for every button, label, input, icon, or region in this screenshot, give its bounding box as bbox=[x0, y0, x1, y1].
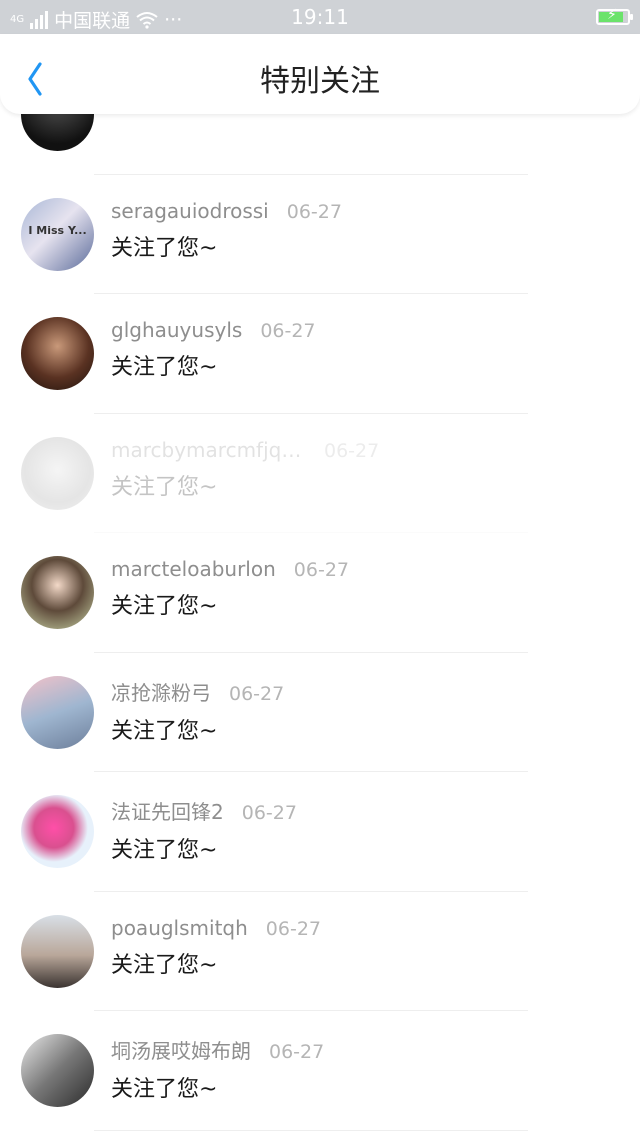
meta-row: 法证先回锋2 06-27 bbox=[111, 796, 531, 825]
page-title: 特别关注 bbox=[260, 64, 380, 99]
timestamp: 06-27 bbox=[229, 682, 285, 705]
item-text: 垌汤展哎姆布朗 06-27 关注了您~ bbox=[111, 1035, 531, 1103]
battery-charging-icon: ⚡ bbox=[596, 7, 633, 25]
timestamp: 06-27 bbox=[286, 200, 342, 223]
message-text: 关注了您~ bbox=[111, 1077, 218, 1102]
avatar[interactable]: I Miss Y... bbox=[21, 197, 94, 271]
message-text: 关注了您~ bbox=[111, 355, 218, 380]
avatar[interactable] bbox=[21, 556, 94, 629]
notification-list-inner: FUCK YOU! 关注了您~ I Miss Y... seragauiodrossi… bbox=[0, 114, 640, 1131]
timestamp: 06-27 bbox=[260, 320, 316, 342]
avatar-caption: FUCK YOU! bbox=[21, 114, 94, 117]
charging-bolt-icon: ⚡ bbox=[607, 7, 617, 23]
message-text: 关注了您~ bbox=[111, 952, 218, 978]
avatar[interactable] bbox=[21, 675, 94, 749]
avatar-caption: I Miss Y... bbox=[28, 223, 87, 237]
list-item[interactable]: marcbymarcmfjqa... 06-27 关注了您~ bbox=[0, 414, 640, 533]
meta-row: 凉抢滁粉弓 06-27 bbox=[111, 677, 531, 706]
item-text: seragauiodrossi 06-27 关注了您~ bbox=[111, 199, 531, 262]
item-text: poauglsmitqh 06-27 关注了您~ bbox=[111, 916, 531, 979]
timestamp: 06-27 bbox=[293, 559, 349, 581]
nav-bar: 特别关注 bbox=[0, 34, 640, 114]
item-text: 凉抢滁粉弓 06-27 关注了您~ bbox=[111, 677, 531, 745]
message-text: 关注了您~ bbox=[111, 718, 218, 744]
list-item[interactable]: 垌汤展哎姆布朗 06-27 关注了您~ bbox=[0, 1011, 640, 1131]
message-text: 关注了您~ bbox=[111, 235, 218, 261]
item-text: glghauyusyls 06-27 关注了您~ bbox=[111, 318, 531, 381]
meta-row: marcbymarcmfjqa... 06-27 bbox=[111, 438, 531, 462]
username[interactable]: seragauiodrossi bbox=[111, 199, 269, 223]
username[interactable]: marcteloaburlon bbox=[111, 557, 276, 581]
avatar[interactable] bbox=[21, 1034, 94, 1107]
username[interactable]: glghauyusyls bbox=[111, 318, 242, 342]
username[interactable]: 凉抢滁粉弓 bbox=[111, 677, 211, 706]
meta-row: seragauiodrossi 06-27 bbox=[111, 199, 531, 223]
list-item[interactable]: glghauyusyls 06-27 关注了您~ bbox=[0, 294, 640, 414]
avatar[interactable]: FUCK YOU! bbox=[21, 114, 94, 151]
username[interactable]: 垌汤展哎姆布朗 bbox=[111, 1035, 251, 1064]
status-bar: 4G 中国联通 ··· 19:11 ⚡ bbox=[0, 0, 640, 34]
item-text: marcteloaburlon 06-27 关注了您~ bbox=[111, 557, 531, 620]
timestamp: 06-27 bbox=[241, 802, 297, 824]
meta-row: 垌汤展哎姆布朗 06-27 bbox=[111, 1035, 531, 1064]
username[interactable]: poauglsmitqh bbox=[111, 916, 248, 940]
notification-list[interactable]: FUCK YOU! 关注了您~ I Miss Y... seragauiodrossi… bbox=[0, 114, 640, 1138]
list-item[interactable]: 法证先回锋2 06-27 关注了您~ bbox=[0, 772, 640, 892]
item-text: 法证先回锋2 06-27 关注了您~ bbox=[111, 796, 531, 864]
list-item[interactable]: marcteloaburlon 06-27 关注了您~ bbox=[0, 533, 640, 653]
list-item[interactable]: I Miss Y... seragauiodrossi 06-27 关注了您~ bbox=[0, 175, 640, 294]
timestamp: 06-27 bbox=[324, 439, 380, 462]
avatar[interactable] bbox=[21, 795, 94, 868]
avatar[interactable] bbox=[21, 914, 94, 988]
list-item[interactable]: 凉抢滁粉弓 06-27 关注了您~ bbox=[0, 653, 640, 772]
message-text: 关注了您~ bbox=[111, 594, 218, 619]
divider bbox=[94, 1129, 528, 1131]
username[interactable]: marcbymarcmfjqa... bbox=[111, 438, 306, 462]
item-text: 关注了您~ bbox=[111, 114, 531, 118]
meta-row: marcteloaburlon 06-27 bbox=[111, 557, 531, 581]
message-text: 关注了您~ bbox=[111, 474, 218, 500]
avatar[interactable] bbox=[21, 436, 94, 510]
meta-row: poauglsmitqh 06-27 bbox=[111, 916, 531, 940]
item-text: marcbymarcmfjqa... 06-27 关注了您~ bbox=[111, 438, 531, 501]
list-item[interactable]: poauglsmitqh 06-27 关注了您~ bbox=[0, 892, 640, 1011]
timestamp: 06-27 bbox=[269, 1041, 325, 1063]
timestamp: 06-27 bbox=[265, 917, 322, 940]
username[interactable]: 法证先回锋2 bbox=[111, 796, 224, 825]
list-item[interactable]: FUCK YOU! 关注了您~ bbox=[0, 114, 640, 175]
message-text: 关注了您~ bbox=[111, 838, 218, 863]
message-text: 关注了您~ bbox=[111, 114, 531, 118]
avatar[interactable] bbox=[21, 317, 94, 390]
status-time: 19:11 bbox=[291, 5, 349, 29]
meta-row: glghauyusyls 06-27 bbox=[111, 318, 531, 342]
